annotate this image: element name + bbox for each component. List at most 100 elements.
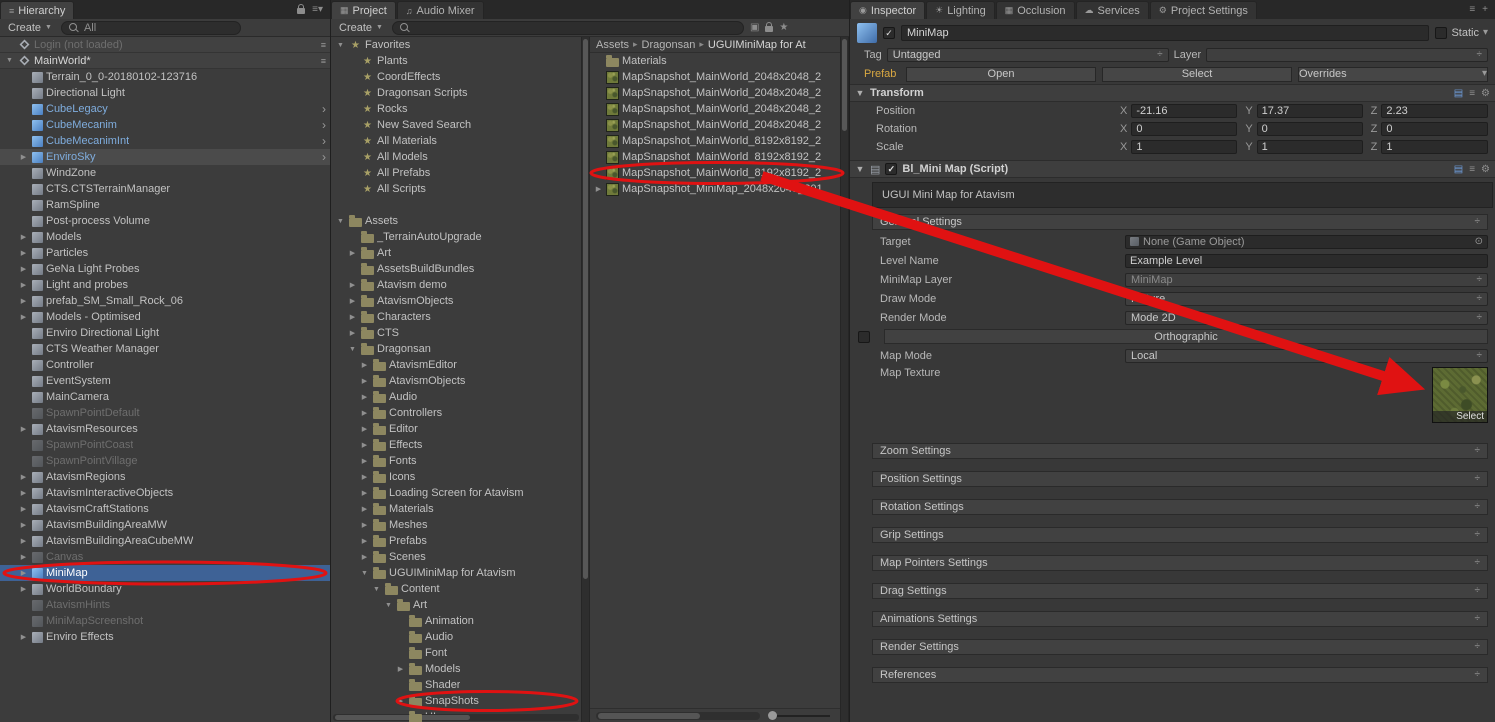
text-field[interactable]: Example Level xyxy=(1125,254,1488,268)
project-tree-item[interactable]: ▼Dragonsan xyxy=(331,341,581,357)
hierarchy-item[interactable]: Terrain_0_0-20180102-123716 xyxy=(0,69,330,85)
dropdown[interactable]: Mode 2D÷ xyxy=(1125,311,1488,325)
expander-icon[interactable]: ▶ xyxy=(359,361,370,369)
file-item[interactable]: MapSnapshot_MainWorld_2048x2048_2 xyxy=(590,85,840,101)
expander-icon[interactable]: ▶ xyxy=(359,553,370,561)
foldout-open-icon[interactable]: ▼ xyxy=(855,164,865,174)
tab-lighting[interactable]: ☀ Lighting xyxy=(926,1,995,19)
file-item[interactable]: MapSnapshot_MainWorld_2048x2048_2 xyxy=(590,69,840,85)
settings-section[interactable]: Animations Settings÷ xyxy=(872,611,1488,627)
expander-icon[interactable]: ▶ xyxy=(359,473,370,481)
transform-header[interactable]: ▼ Transform ▤ ≡ ⚙ xyxy=(850,84,1495,102)
hierarchy-item[interactable]: ▶EnviroSky› xyxy=(0,149,330,165)
expander-icon[interactable]: ▶ xyxy=(347,313,358,321)
expander-icon[interactable]: ▶ xyxy=(395,697,406,705)
project-tree-item[interactable]: ▶SnapShots xyxy=(331,693,581,709)
file-item[interactable]: MapSnapshot_MainWorld_2048x2048_2 xyxy=(590,101,840,117)
help-icon[interactable]: ▤ xyxy=(1454,164,1463,175)
prefab-select-button[interactable]: Select xyxy=(1102,67,1292,82)
expander-icon[interactable]: ▶ xyxy=(18,265,29,273)
panel-menu-icon[interactable]: ≡ xyxy=(1469,4,1475,15)
tab-inspector[interactable]: ◉ Inspector xyxy=(850,1,925,19)
map-texture-thumbnail[interactable]: Select xyxy=(1432,367,1488,423)
hierarchy-item[interactable]: ▶GeNa Light Probes xyxy=(0,261,330,277)
breadcrumb-item[interactable]: Assets xyxy=(596,39,629,51)
prefab-open-arrow-icon[interactable]: › xyxy=(322,102,326,116)
scene-menu-icon[interactable]: ≡ xyxy=(321,38,326,52)
expander-icon[interactable]: ▶ xyxy=(18,249,29,257)
project-tree-item[interactable]: ▶Scenes xyxy=(331,549,581,565)
file-list-scrollbar[interactable] xyxy=(840,37,849,722)
tab-project-settings[interactable]: ⚙ Project Settings xyxy=(1150,1,1257,19)
expander-icon[interactable]: ▶ xyxy=(359,409,370,417)
tab-hierarchy[interactable]: ≡ Hierarchy xyxy=(0,1,74,19)
project-tree-item[interactable]: ▼Content xyxy=(331,581,581,597)
expander-icon[interactable]: ▶ xyxy=(347,297,358,305)
file-item[interactable]: Materials xyxy=(590,53,840,69)
axis-field[interactable]: -21.16 xyxy=(1131,104,1237,118)
prefab-open-arrow-icon[interactable]: › xyxy=(322,118,326,132)
tab-audio-mixer[interactable]: ♫ Audio Mixer xyxy=(397,1,484,19)
foldout-open-icon[interactable]: ▼ xyxy=(855,88,865,98)
expander-icon[interactable]: ▶ xyxy=(18,297,29,305)
hierarchy-item[interactable]: Login (not loaded)≡ xyxy=(0,37,330,53)
expander-icon[interactable]: ▶ xyxy=(18,233,29,241)
project-tree-hscrollbar[interactable] xyxy=(333,714,579,721)
expander-icon[interactable]: ▶ xyxy=(18,281,29,289)
tab-services[interactable]: ☁ Services xyxy=(1076,1,1149,19)
project-tree-item[interactable]: ▶AtavismEditor xyxy=(331,357,581,373)
axis-field[interactable]: 2.23 xyxy=(1381,104,1488,118)
lock-icon[interactable] xyxy=(297,8,305,14)
dropdown[interactable]: MiniMap÷ xyxy=(1125,273,1488,287)
tab-project[interactable]: ▦ Project xyxy=(331,1,396,19)
presets-icon[interactable]: ≡ xyxy=(1469,164,1475,175)
component-enabled-checkbox[interactable]: ✓ xyxy=(885,163,897,175)
static-checkbox[interactable] xyxy=(1435,27,1447,39)
project-tree-item[interactable]: ▶Models xyxy=(331,661,581,677)
hierarchy-item[interactable]: AtavismHints xyxy=(0,597,330,613)
project-tree-item[interactable]: ▶Fonts xyxy=(331,453,581,469)
prefab-overrides-button[interactable]: Overrides▾ xyxy=(1298,67,1488,82)
project-tree-item[interactable]: ▶Prefabs xyxy=(331,533,581,549)
axis-field[interactable]: 1 xyxy=(1381,140,1488,154)
expander-icon[interactable]: ▼ xyxy=(335,42,346,49)
expander-icon[interactable]: ▶ xyxy=(18,489,29,497)
hierarchy-item[interactable]: ▶AtavismBuildingAreaCubeMW xyxy=(0,533,330,549)
project-tree-item[interactable]: ▶Atavism demo xyxy=(331,277,581,293)
axis-field[interactable]: 0 xyxy=(1257,122,1363,136)
axis-field[interactable]: 0 xyxy=(1131,122,1237,136)
project-tree-item[interactable]: ★Dragonsan Scripts xyxy=(331,85,581,101)
hierarchy-item[interactable]: WindZone xyxy=(0,165,330,181)
project-tree-item[interactable]: ▶Audio xyxy=(331,389,581,405)
tag-dropdown[interactable]: Untagged ÷ xyxy=(887,48,1169,62)
file-item[interactable]: MapSnapshot_MainWorld_8192x8192_2 xyxy=(590,133,840,149)
expander-icon[interactable]: ▶ xyxy=(395,665,406,673)
orthographic-checkbox[interactable] xyxy=(858,331,870,343)
expander-icon[interactable]: ▼ xyxy=(359,570,370,577)
expander-icon[interactable]: ▶ xyxy=(18,553,29,561)
dropdown[interactable]: Local÷ xyxy=(1125,349,1488,363)
object-picker-icon[interactable]: ⊙ xyxy=(1475,236,1483,247)
scene-menu-icon[interactable]: ≡ xyxy=(321,54,326,68)
file-item[interactable]: MapSnapshot_MainWorld_8192x8192_2 xyxy=(590,165,840,181)
hierarchy-item[interactable]: SpawnPointVillage xyxy=(0,453,330,469)
project-tree-item[interactable]: ▶Characters xyxy=(331,309,581,325)
settings-section[interactable]: Rotation Settings÷ xyxy=(872,499,1488,515)
gear-icon[interactable]: ⚙ xyxy=(1481,88,1490,99)
prefab-open-arrow-icon[interactable]: › xyxy=(322,150,326,164)
expander-icon[interactable]: ▼ xyxy=(335,218,346,225)
breadcrumb-item[interactable]: Dragonsan xyxy=(642,39,696,51)
settings-section[interactable]: Zoom Settings÷ xyxy=(872,443,1488,459)
project-tree-item[interactable]: ▶AtavismObjects xyxy=(331,293,581,309)
expander-icon[interactable]: ▶ xyxy=(359,441,370,449)
favorite-icon[interactable]: ★ xyxy=(779,22,788,33)
project-tree-item[interactable]: ▶Materials xyxy=(331,501,581,517)
expander-icon[interactable]: ▶ xyxy=(359,377,370,385)
project-tree-item[interactable]: ★All Scripts xyxy=(331,181,581,197)
expander-icon[interactable]: ▶ xyxy=(18,585,29,593)
expander-icon[interactable]: ▶ xyxy=(18,313,29,321)
sprite-packer-icon[interactable]: ▣ xyxy=(750,22,759,33)
hierarchy-item[interactable]: CTS.CTSTerrainManager xyxy=(0,181,330,197)
expander-icon[interactable]: ▼ xyxy=(383,602,394,609)
breadcrumb-item[interactable]: UGUIMiniMap for At xyxy=(708,39,806,51)
